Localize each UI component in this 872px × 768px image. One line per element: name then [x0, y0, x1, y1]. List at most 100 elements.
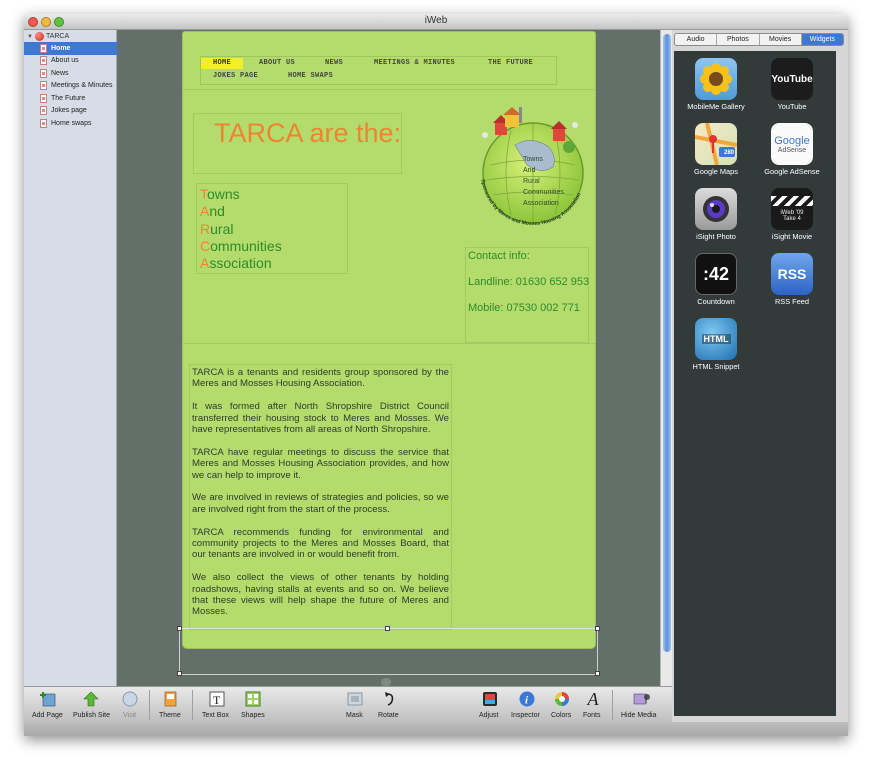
page-list: Home About us News Meetings & Minutes Th… [24, 42, 117, 130]
rotate-button[interactable]: Rotate [376, 689, 404, 721]
text-box-button[interactable]: T Text Box [200, 689, 234, 721]
inspector-button[interactable]: i Inspector [510, 689, 544, 721]
apple-logo-icon [381, 678, 391, 686]
camera-lens-icon [695, 188, 737, 230]
selection-outline [597, 628, 598, 674]
body-paragraph: TARCA is a tenants and residents group s… [192, 367, 449, 390]
widget-label: RSS Feed [774, 297, 810, 306]
tab-audio[interactable]: Audio [675, 34, 718, 45]
sidebar-item-home[interactable]: Home [24, 42, 117, 55]
widget-label: HTML Snippet [692, 362, 740, 371]
resize-handle[interactable] [595, 671, 600, 676]
site-globe-icon [34, 32, 44, 41]
widget-grid: MobileMe Gallery YouTube YouTube 280 Goo… [674, 51, 836, 716]
widget-countdown[interactable]: :42 Countdown [678, 250, 754, 310]
nav-item-home[interactable]: HOME [201, 58, 244, 69]
toolbar-divider [149, 690, 150, 720]
tab-photos[interactable]: Photos [717, 34, 760, 45]
widget-isight-photo[interactable]: iSight Photo [678, 185, 754, 245]
page-icon [40, 93, 47, 103]
contact-heading: Contact info: [468, 250, 530, 262]
fonts-button[interactable]: A Fonts [580, 689, 606, 721]
color-wheel-icon [553, 691, 571, 707]
nav-item-home-swaps[interactable]: HOME SWAPS [288, 71, 333, 82]
adjust-button[interactable]: Adjust [476, 689, 504, 721]
widget-google-maps[interactable]: 280 Google Maps [678, 120, 754, 180]
nav-item-the-future[interactable]: THE FUTURE [488, 58, 533, 69]
widget-label: Google AdSense [764, 167, 820, 176]
visit-button[interactable]: Visit [118, 689, 142, 721]
site-organizer-sidebar: ▼ TARCA Home About us News Meetings & Mi… [24, 30, 117, 702]
widget-rss-feed[interactable]: RSS RSS Feed [754, 250, 830, 310]
mask-button[interactable]: Mask [342, 689, 368, 721]
iweb-window: iWeb ▼ TARCA Home About us News Meetings… [24, 14, 848, 736]
widget-label: Google Maps [694, 167, 738, 176]
acronym-textbox[interactable]: Towns And Rural Communities Association [196, 183, 348, 274]
resize-handle[interactable] [595, 626, 600, 631]
section-divider [183, 343, 595, 344]
sidebar-item-the-future[interactable]: The Future [24, 92, 117, 105]
theme-button[interactable]: Theme [156, 689, 186, 721]
bottom-toolbar: Add Page Publish Site Visit Theme T Text… [24, 686, 672, 722]
nav-item-news[interactable]: NEWS [325, 58, 343, 69]
widget-youtube[interactable]: YouTube YouTube [754, 55, 830, 115]
widget-google-adsense[interactable]: Google AdSense Google AdSense [754, 120, 830, 180]
mask-icon [346, 691, 364, 707]
publish-site-button[interactable]: Publish Site [70, 689, 112, 721]
add-page-icon [39, 691, 57, 707]
canvas-scrollbar[interactable] [660, 30, 672, 686]
media-tabs: Audio Photos Movies Widgets [674, 33, 844, 46]
page-canvas[interactable]: HOME ABOUT US NEWS MEETINGS & MINUTES TH… [117, 30, 660, 686]
sidebar-item-label: News [51, 69, 69, 77]
widget-mobileme-gallery[interactable]: MobileMe Gallery [678, 55, 754, 115]
youtube-icon: YouTube [771, 58, 813, 100]
media-icon [633, 691, 651, 707]
sidebar-item-home-swaps[interactable]: Home swaps [24, 117, 117, 130]
nav-item-about-us[interactable]: ABOUT US [259, 58, 295, 69]
disclosure-triangle-icon[interactable]: ▼ [27, 34, 33, 40]
sidebar-item-meetings-minutes[interactable]: Meetings & Minutes [24, 80, 117, 93]
sidebar-item-label: The Future [51, 94, 86, 102]
publish-arrow-icon [82, 691, 100, 707]
tarca-globe-logo[interactable]: Towns And Rural Communities Association … [471, 85, 593, 227]
headline-textbox[interactable]: TARCA are the: [193, 113, 402, 174]
title-bar: iWeb [24, 14, 848, 30]
tab-movies[interactable]: Movies [760, 34, 802, 45]
page-headline: TARCA are the: [214, 118, 402, 148]
body-paragraph: It was formed after North Shropshire Dis… [192, 401, 449, 436]
google-adsense-icon: Google AdSense [771, 123, 813, 165]
widget-label: MobileMe Gallery [687, 102, 745, 111]
resize-handle[interactable] [177, 671, 182, 676]
html-globe-icon: HTML [695, 318, 737, 360]
site-entry[interactable]: ▼ TARCA [27, 31, 69, 42]
acronym-line: Association [200, 255, 272, 272]
widget-isight-movie[interactable]: iWeb '09 Take 4 iSight Movie [754, 185, 830, 245]
sidebar-item-label: About us [51, 57, 79, 65]
body-paragraph: We are involved in reviews of strategies… [192, 492, 449, 515]
widget-html-snippet[interactable]: HTML HTML Snippet [678, 315, 754, 375]
page-icon [40, 56, 47, 66]
sidebar-item-news[interactable]: News [24, 67, 117, 80]
resize-handle[interactable] [177, 626, 182, 631]
widget-label: iSight Photo [696, 232, 736, 241]
acronym-line: Communities [200, 237, 282, 254]
colors-button[interactable]: Colors [548, 689, 576, 721]
contact-info-textbox[interactable]: Contact info: Landline: 01630 652 953 Mo… [465, 247, 589, 343]
hide-media-button[interactable]: Hide Media [620, 689, 664, 721]
tab-widgets[interactable]: Widgets [801, 34, 843, 45]
webpage-preview[interactable]: HOME ABOUT US NEWS MEETINGS & MINUTES TH… [182, 31, 596, 649]
nav-item-meetings-minutes[interactable]: MEETINGS & MINUTES [374, 58, 455, 69]
sidebar-item-label: Home swaps [51, 119, 92, 127]
scrollbar-thumb[interactable] [663, 34, 671, 652]
sidebar-item-jokes-page[interactable]: Jokes page [24, 105, 117, 118]
shapes-button[interactable]: Shapes [238, 689, 268, 721]
navigation-menu[interactable]: HOME ABOUT US NEWS MEETINGS & MINUTES TH… [200, 56, 557, 85]
body-textbox[interactable]: TARCA is a tenants and residents group s… [189, 364, 452, 630]
sidebar-item-about-us[interactable]: About us [24, 55, 117, 68]
resize-handle[interactable] [385, 626, 390, 631]
sidebar-item-label: Meetings & Minutes [51, 82, 113, 90]
info-icon: i [518, 691, 536, 707]
nav-item-jokes-page[interactable]: JOKES PAGE [213, 71, 258, 82]
add-page-button[interactable]: Add Page [30, 689, 66, 721]
toolbar-divider [192, 690, 193, 720]
